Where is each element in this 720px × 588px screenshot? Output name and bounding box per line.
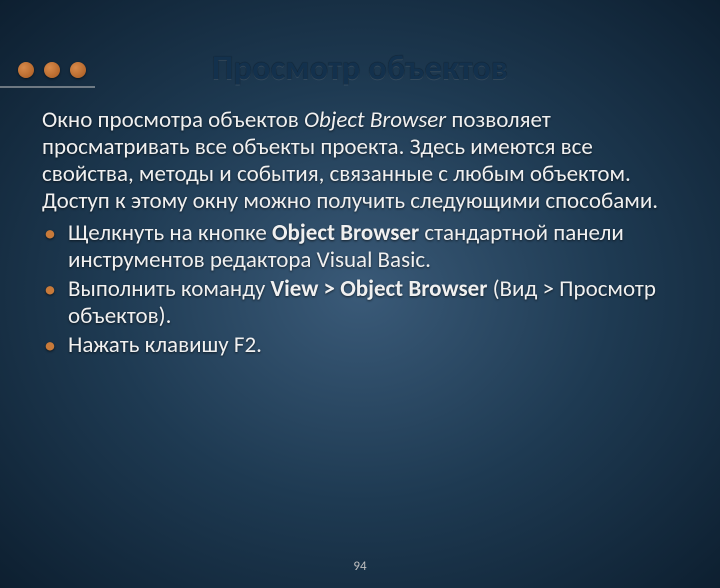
bullet-before: Выполнить команду: [68, 275, 270, 303]
slide-title: Просмотр объектов: [0, 48, 720, 89]
bullet-bold: Object Browser: [272, 219, 419, 247]
slide-content: Окно просмотра объектов Object Browser п…: [42, 107, 678, 359]
dot-icon: [18, 62, 34, 78]
intro-prefix: Окно просмотра объектов: [42, 106, 304, 134]
decorative-line: [0, 86, 95, 88]
bullet-list: Щелкнуть на кнопке Object Browser станда…: [42, 220, 678, 360]
decorative-dots: [18, 62, 86, 78]
page-number: 94: [0, 559, 720, 574]
bullet-before: Щелкнуть на кнопке: [68, 219, 272, 247]
list-item: Нажать клавишу F2.: [42, 332, 678, 359]
intro-paragraph: Окно просмотра объектов Object Browser п…: [42, 107, 678, 216]
list-item: Выполнить команду View > Object Browser …: [42, 276, 678, 330]
bullet-before: Нажать клавишу F2.: [68, 331, 262, 359]
dot-icon: [70, 62, 86, 78]
bullet-bold: View > Object Browser: [270, 275, 487, 303]
dot-icon: [44, 62, 60, 78]
intro-italic: Object Browser: [304, 106, 446, 134]
list-item: Щелкнуть на кнопке Object Browser станда…: [42, 220, 678, 274]
